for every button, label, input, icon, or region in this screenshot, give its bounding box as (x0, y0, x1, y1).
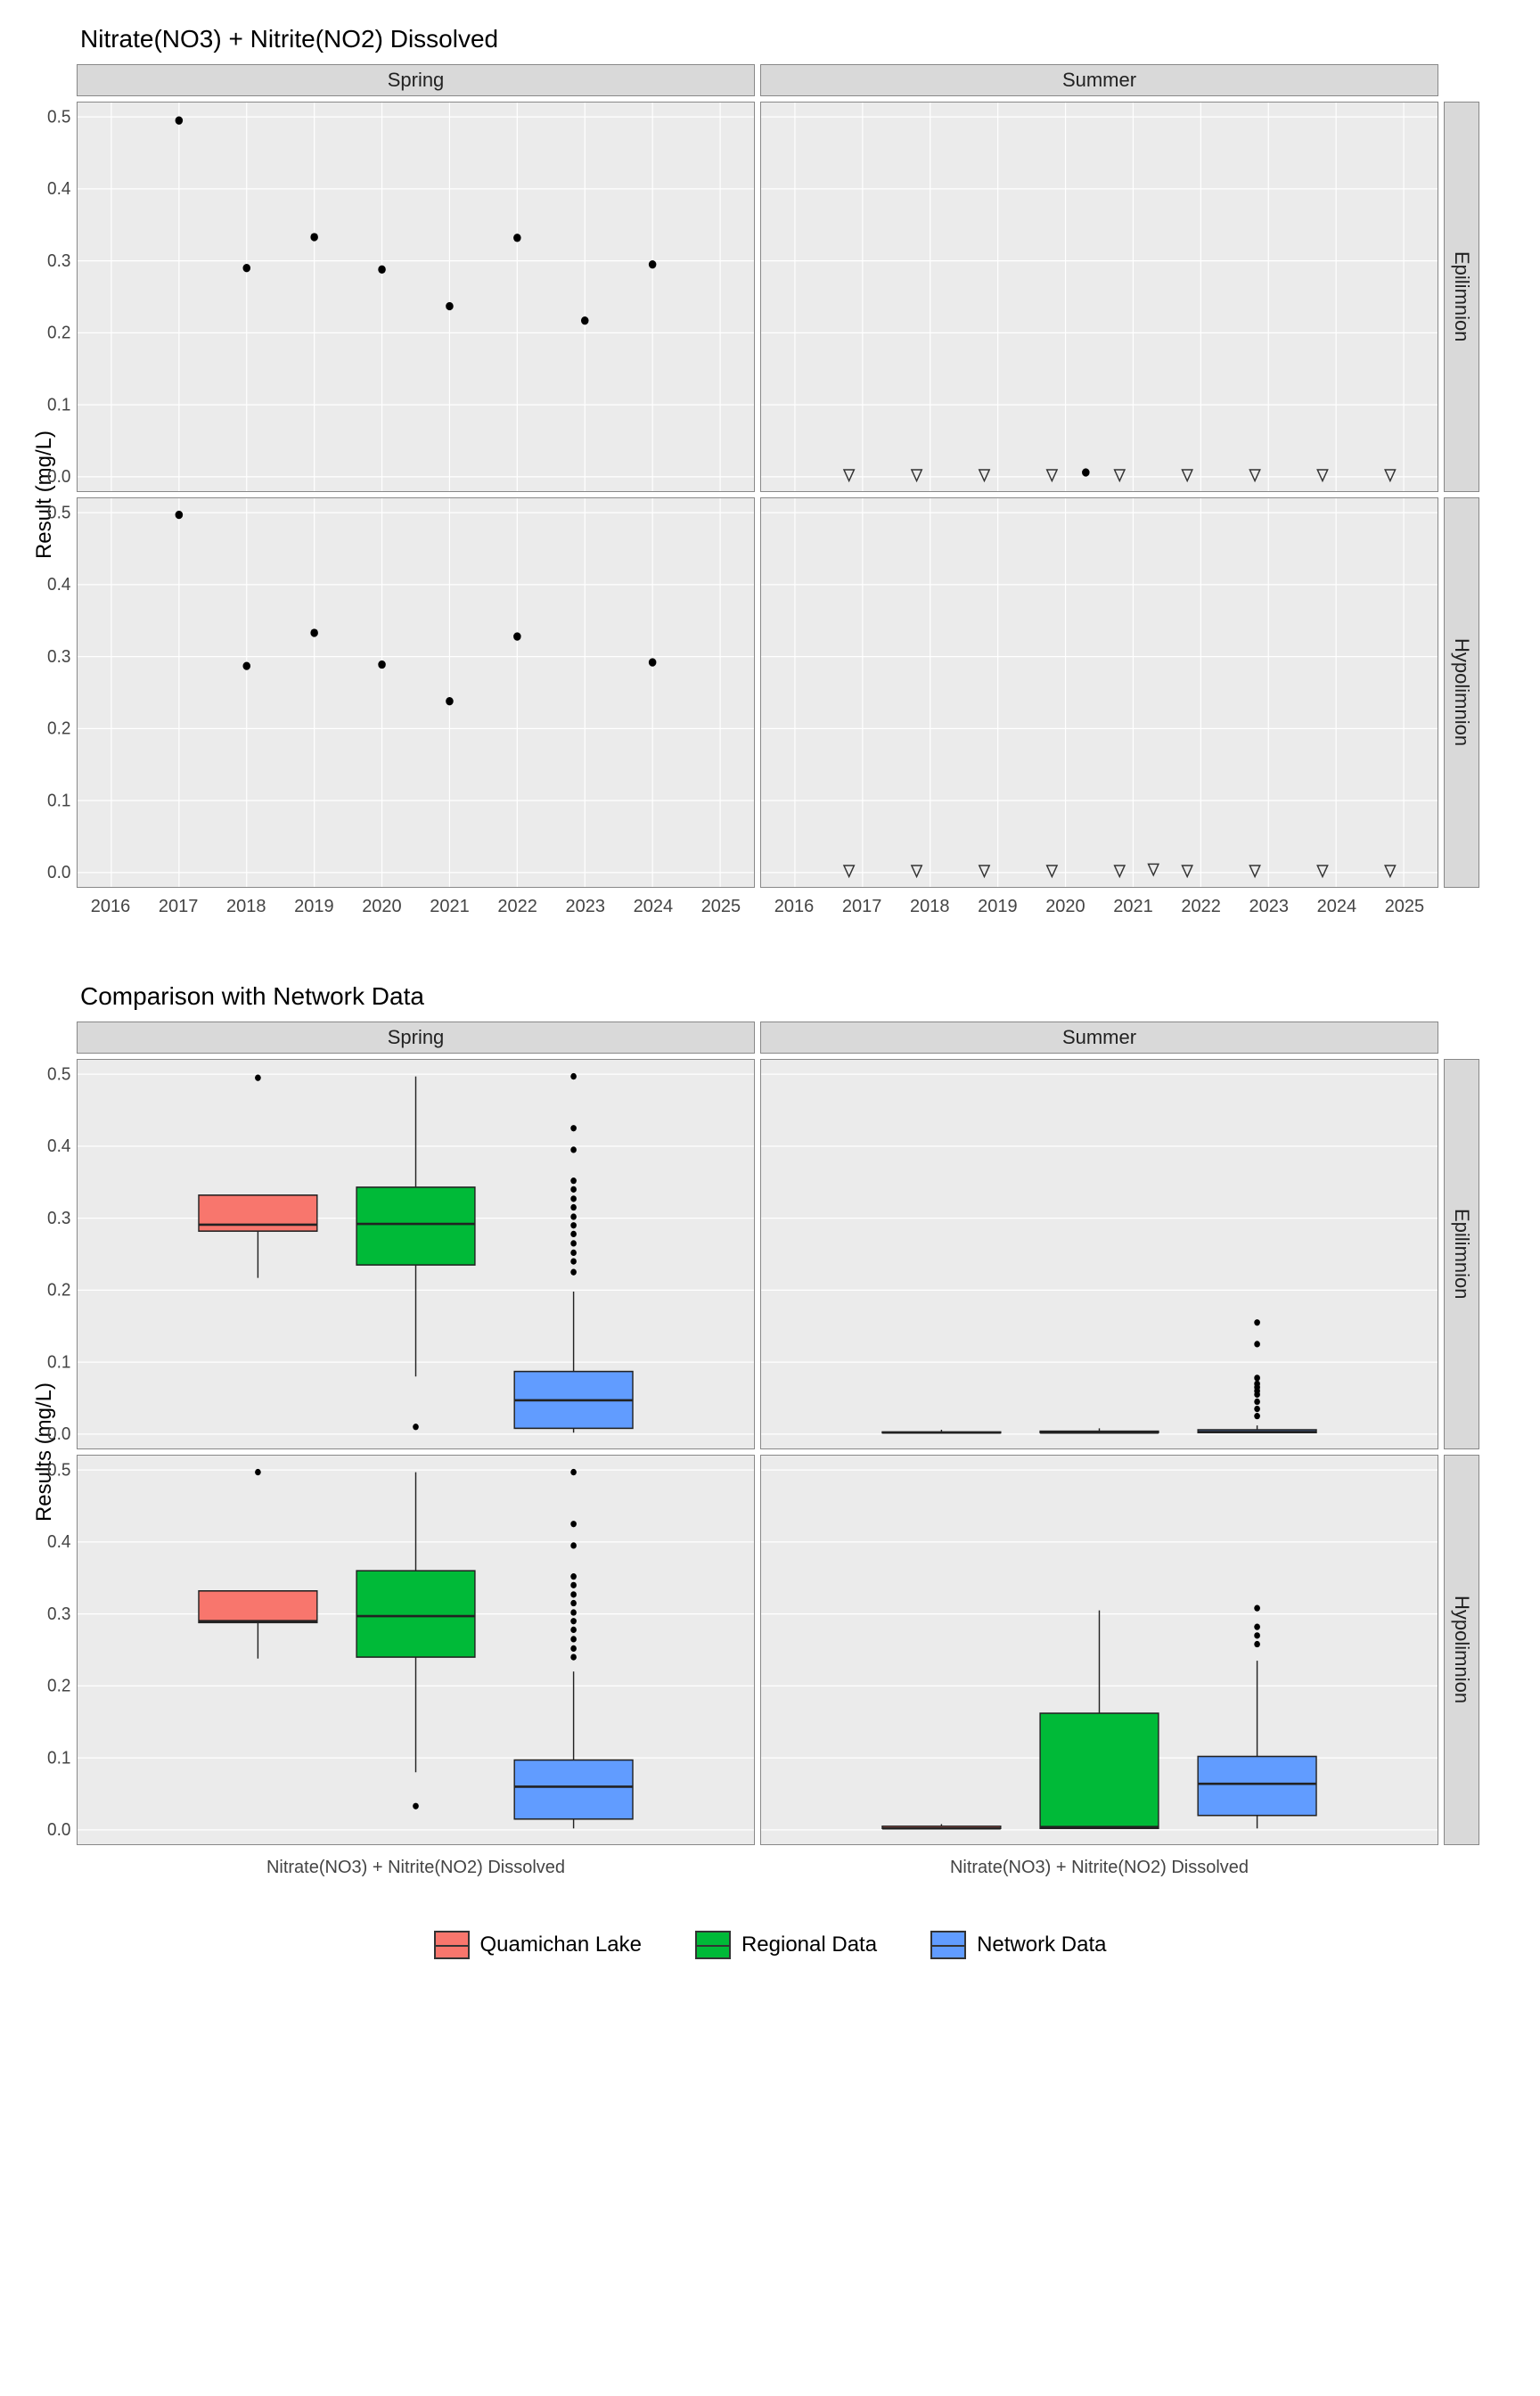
svg-text:0.0: 0.0 (47, 466, 70, 487)
legend-item: Regional Data (695, 1931, 877, 1959)
svg-text:0.2: 0.2 (47, 1676, 70, 1696)
col-strip-summer-b: Summer (760, 1022, 1438, 1054)
svg-text:0.0: 0.0 (47, 862, 70, 882)
col-strip-spring: Spring (77, 64, 755, 96)
col-strip-summer: Summer (760, 64, 1438, 96)
row-strip-epi-b: Epilimnion (1444, 1059, 1479, 1449)
svg-text:0.3: 0.3 (47, 250, 70, 271)
svg-text:0.1: 0.1 (47, 1748, 70, 1768)
row-strip-hypo-b: Hypolimnion (1444, 1455, 1479, 1845)
svg-text:0.5: 0.5 (47, 503, 70, 523)
legend-swatch (695, 1931, 731, 1959)
svg-text:0.0: 0.0 (47, 1819, 70, 1840)
panel-spring-epi: 0.00.10.20.30.40.5 (77, 102, 755, 492)
svg-text:0.2: 0.2 (47, 718, 70, 739)
svg-text:0.3: 0.3 (47, 1604, 70, 1624)
x-axis-spring-b: Nitrate(NO3) + Nitrite(NO2) Dissolved (77, 1850, 755, 1895)
svg-text:0.4: 0.4 (47, 574, 70, 595)
svg-text:0.3: 0.3 (47, 646, 70, 667)
legend-swatch (930, 1931, 966, 1959)
svg-text:0.1: 0.1 (47, 791, 70, 811)
panel-spring-hypo-b: 0.00.10.20.30.40.5 (77, 1455, 755, 1845)
x-axis-summer-b: Nitrate(NO3) + Nitrite(NO2) Dissolved (760, 1850, 1438, 1895)
svg-text:0.0: 0.0 (47, 1424, 70, 1444)
svg-text:0.2: 0.2 (47, 323, 70, 343)
panel-summer-hypo (760, 497, 1438, 888)
row-strip-hypo: Hypolimnion (1444, 497, 1479, 888)
legend-label: Network Data (977, 1932, 1106, 1957)
col-strip-spring-b: Spring (77, 1022, 755, 1054)
svg-text:0.2: 0.2 (47, 1280, 70, 1301)
svg-text:0.4: 0.4 (47, 1531, 70, 1552)
svg-text:0.1: 0.1 (47, 1352, 70, 1373)
legend-item: Quamichan Lake (434, 1931, 642, 1959)
legend-label: Quamichan Lake (480, 1932, 642, 1957)
svg-text:0.4: 0.4 (47, 178, 70, 199)
svg-text:0.5: 0.5 (47, 1460, 70, 1481)
svg-text:0.5: 0.5 (47, 1064, 70, 1085)
panel-summer-epi-b (760, 1059, 1438, 1449)
svg-text:0.4: 0.4 (47, 1136, 70, 1156)
legend-label: Regional Data (741, 1932, 877, 1957)
boxplot-grid: Spring Summer Results (mg/L) 0.00.10.20.… (18, 1022, 1479, 1895)
y-axis-label: Result (mg/L) (18, 102, 71, 888)
scatter-grid: Spring Summer Result (mg/L) 0.00.10.20.3… (18, 64, 1479, 938)
legend: Quamichan Lake Regional Data Network Dat… (18, 1931, 1522, 1959)
legend-swatch (434, 1931, 470, 1959)
panel-summer-epi (760, 102, 1438, 492)
svg-text:0.3: 0.3 (47, 1208, 70, 1228)
scatter-title: Nitrate(NO3) + Nitrite(NO2) Dissolved (80, 25, 1522, 53)
y-axis-label-b: Results (mg/L) (18, 1059, 71, 1845)
svg-text:0.1: 0.1 (47, 395, 70, 415)
panel-spring-hypo: 0.00.10.20.30.40.5 (77, 497, 755, 888)
panel-spring-epi-b: 0.00.10.20.30.40.5 (77, 1059, 755, 1449)
legend-item: Network Data (930, 1931, 1106, 1959)
svg-text:0.5: 0.5 (47, 107, 70, 127)
x-axis-spring: 2016201720182019202020212022202320242025 (77, 893, 755, 929)
x-axis-summer: 2016201720182019202020212022202320242025 (760, 893, 1438, 929)
boxplot-title: Comparison with Network Data (80, 982, 1522, 1011)
panel-summer-hypo-b (760, 1455, 1438, 1845)
row-strip-epi: Epilimnion (1444, 102, 1479, 492)
